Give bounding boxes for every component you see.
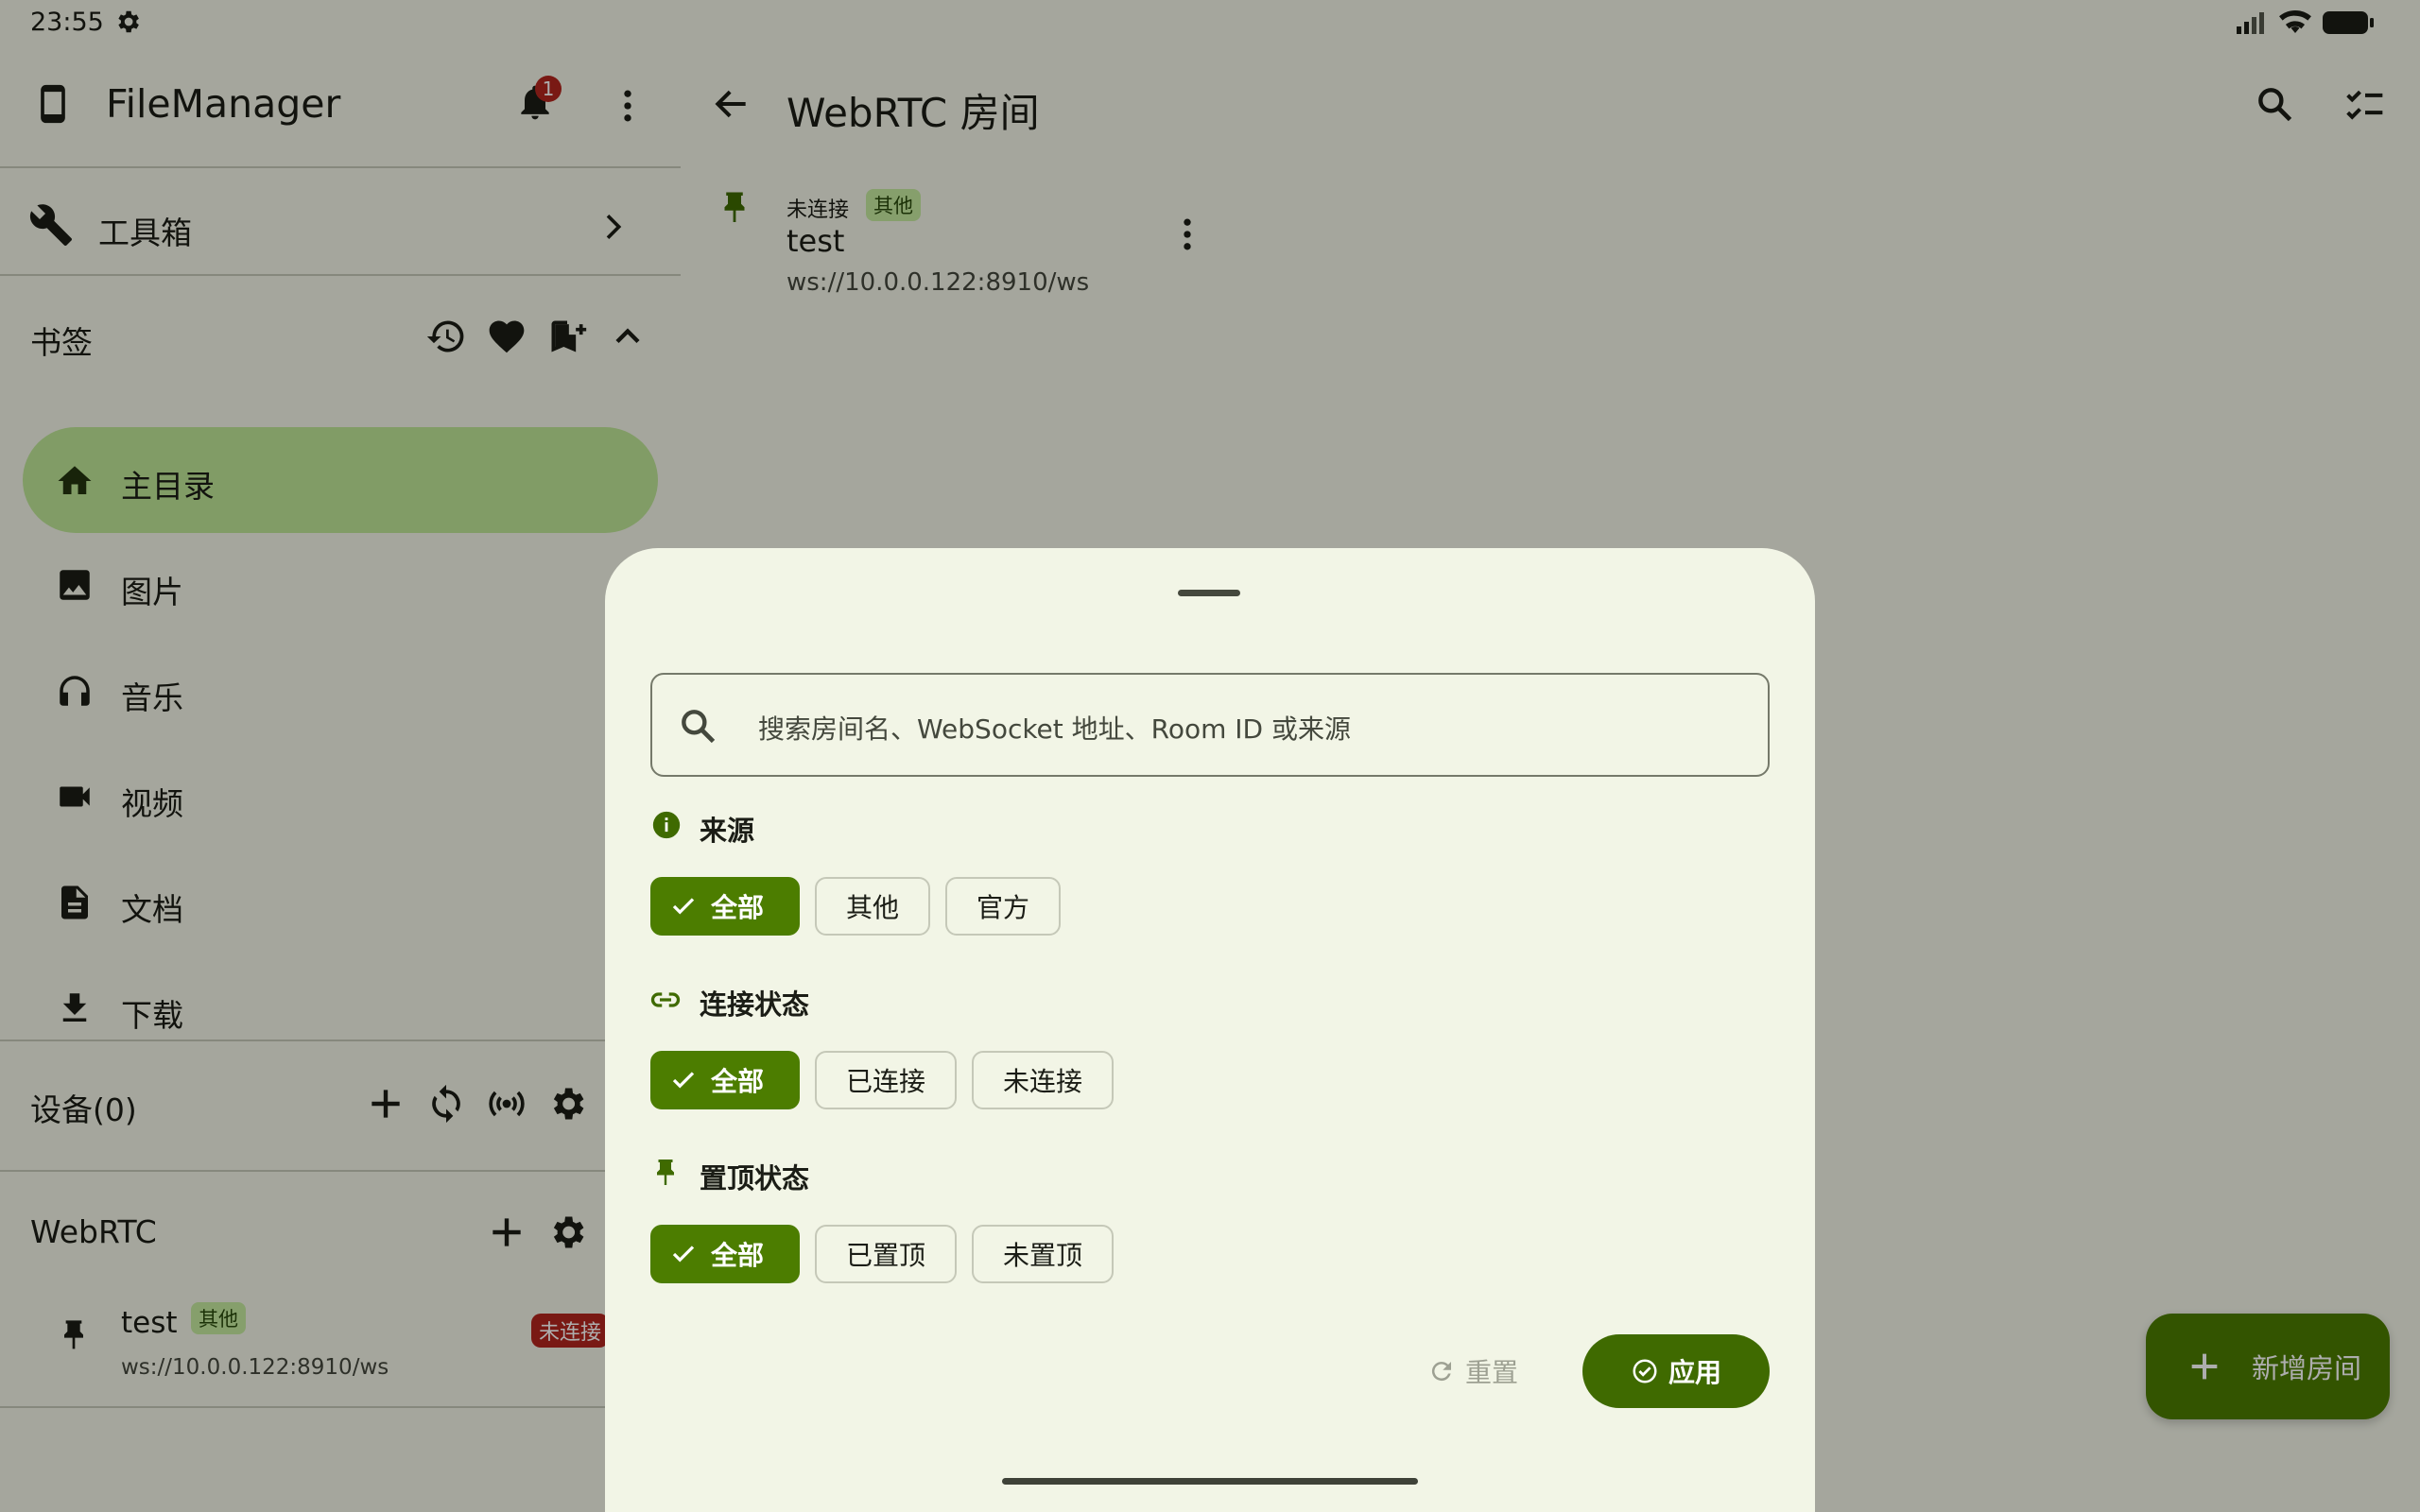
section-title-pin: 置顶状态 [700, 1162, 810, 1194]
link-icon [650, 992, 681, 1007]
refresh-icon [1431, 1362, 1451, 1382]
search-icon [682, 710, 716, 744]
pin-icon [657, 1160, 674, 1185]
filter-bottom-sheet: 搜索房间名、WebSocket 地址、Room ID 或来源 来源 全部 其他 … [605, 548, 1815, 1512]
chip-source-official[interactable]: 官方 [945, 877, 1061, 936]
chip-connection-all[interactable]: 全部 [650, 1051, 800, 1109]
chip-source-all[interactable]: 全部 [650, 877, 800, 936]
reset-button[interactable]: 重置 [1380, 1334, 1565, 1408]
check-icon [672, 1246, 695, 1263]
drag-handle[interactable] [1178, 590, 1240, 596]
gesture-nav-bar[interactable] [1002, 1478, 1418, 1485]
check-icon [672, 1072, 695, 1089]
chip-disconnected[interactable]: 未连接 [972, 1051, 1114, 1109]
check-icon [672, 898, 695, 915]
search-placeholder: 搜索房间名、WebSocket 地址、Room ID 或来源 [758, 713, 1352, 745]
chip-unpinned[interactable]: 未置顶 [972, 1225, 1114, 1283]
chip-source-other[interactable]: 其他 [815, 877, 930, 936]
chip-pinned[interactable]: 已置顶 [815, 1225, 957, 1283]
info-icon [652, 811, 681, 839]
apply-button[interactable]: 应用 [1582, 1334, 1770, 1408]
chip-pin-all[interactable]: 全部 [650, 1225, 800, 1283]
search-input[interactable]: 搜索房间名、WebSocket 地址、Room ID 或来源 [650, 673, 1770, 777]
section-title-source: 来源 [700, 815, 755, 847]
section-title-connection: 连接状态 [700, 988, 810, 1021]
check-circle-icon [1633, 1359, 1657, 1383]
chip-connected[interactable]: 已连接 [815, 1051, 957, 1109]
